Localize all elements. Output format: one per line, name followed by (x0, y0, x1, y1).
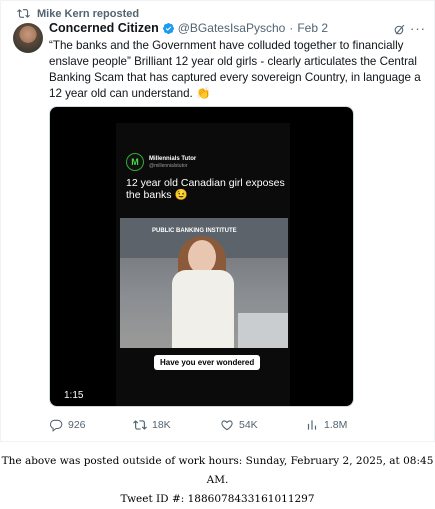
avatar[interactable] (13, 23, 43, 53)
reply-count: 926 (68, 419, 86, 431)
video-caption: 12 year old Canadian girl exposes the ba… (126, 177, 285, 201)
like-count: 54K (239, 419, 258, 431)
views-chart-icon (307, 420, 317, 430)
repost-button[interactable]: 18K (133, 418, 171, 432)
reply-icon (49, 419, 63, 432)
footer-line-1: The above was posted outside of work hou… (1, 455, 434, 486)
video-scene: PUBLIC BANKING INSTITUTE (120, 218, 288, 348)
reply-button[interactable]: 926 (49, 418, 86, 432)
views-button[interactable]: 1.8M (305, 418, 347, 432)
channel-name: Millennials Tutor (149, 155, 197, 162)
post-date[interactable]: Feb 2 (297, 21, 328, 35)
channel-header: M Millennials Tutor @millennialstutor (126, 153, 196, 171)
verified-badge-icon (162, 22, 174, 34)
like-button[interactable]: 54K (220, 418, 258, 432)
speaker-body (172, 270, 234, 348)
author-handle[interactable]: @BGatesIsaPyscho (178, 21, 286, 35)
channel-avatar: M (126, 153, 144, 171)
views-count: 1.8M (324, 419, 348, 431)
video-frame: M Millennials Tutor @millennialstutor 12… (116, 123, 290, 406)
tweet-card[interactable]: Mike Kern reposted Concerned Citizen @BG… (0, 0, 435, 442)
video-player[interactable]: M Millennials Tutor @millennialstutor 12… (49, 106, 354, 407)
channel-handle: @millennialstutor (149, 162, 188, 169)
speaker-face (188, 240, 216, 274)
repost-count: 18K (152, 419, 171, 431)
author-name[interactable]: Concerned Citizen (49, 21, 159, 35)
grok-icon[interactable] (393, 23, 406, 36)
video-subtitle: Have you ever wondered (154, 355, 261, 370)
repost-indicator[interactable]: Mike Kern reposted (17, 7, 139, 20)
repost-label: Mike Kern reposted (37, 7, 140, 20)
tweet-header: Concerned Citizen @BGatesIsaPyscho · Feb… (49, 21, 424, 35)
podium (238, 313, 288, 348)
more-options-button[interactable]: ··· (410, 21, 426, 36)
timestamp-footer: The above was posted outside of work hou… (0, 452, 435, 509)
repost-icon (17, 9, 30, 18)
separator-dot: · (289, 21, 294, 35)
repost-action-icon (133, 420, 147, 430)
backdrop-text: PUBLIC BANKING INSTITUTE (152, 228, 237, 234)
video-duration: 1:15 (64, 390, 84, 401)
heart-icon (221, 420, 233, 431)
tweet-text: “The banks and the Government have collu… (49, 39, 421, 100)
